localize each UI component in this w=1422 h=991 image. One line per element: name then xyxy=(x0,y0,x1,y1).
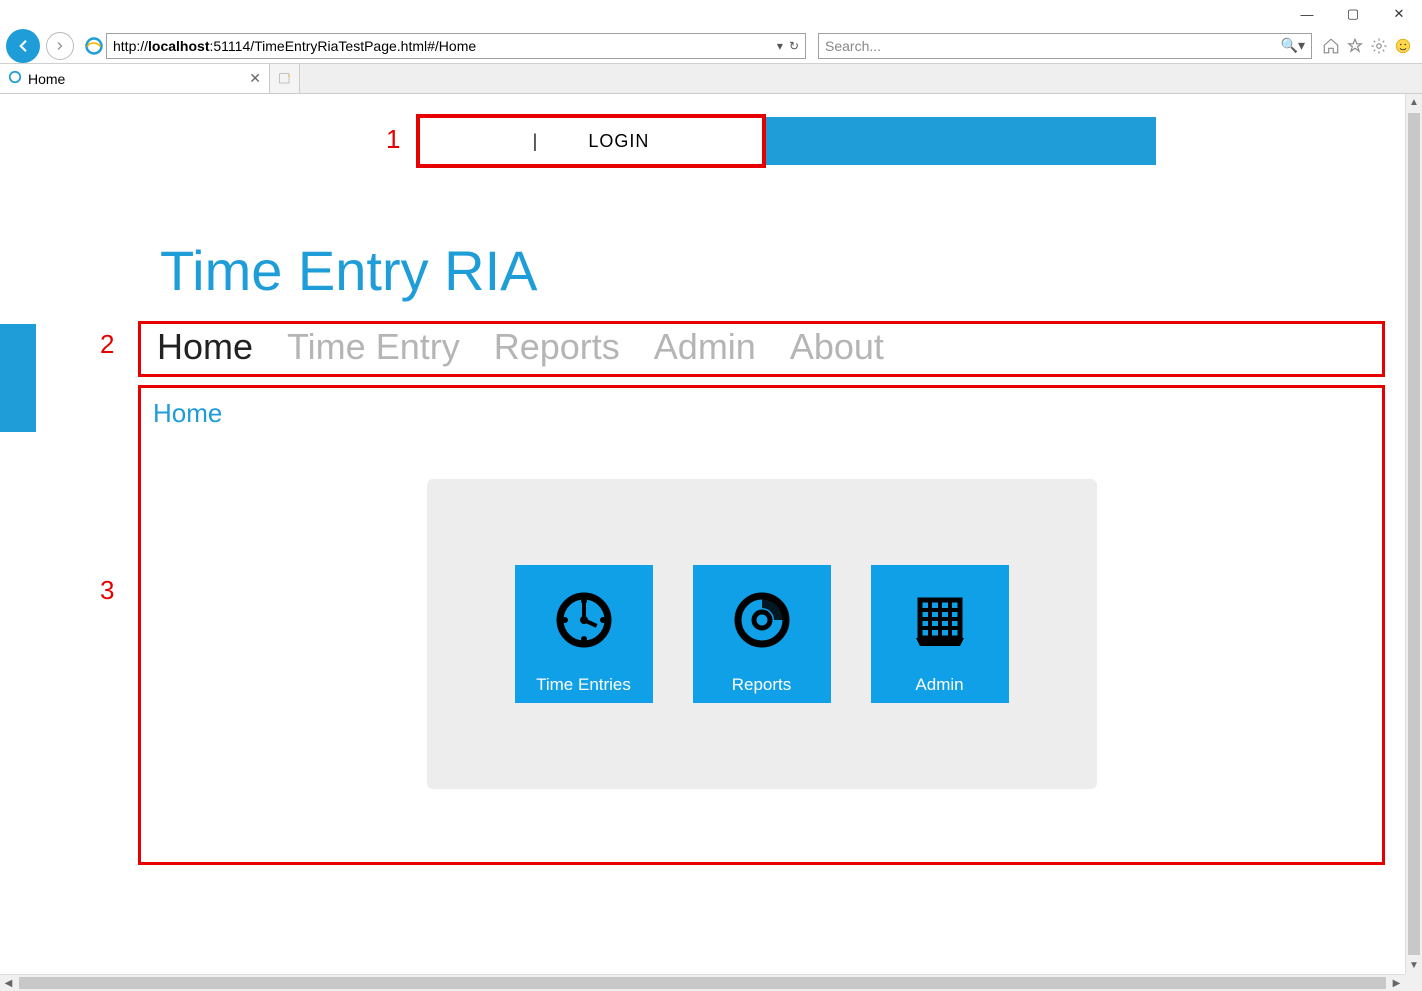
tile-label: Reports xyxy=(732,675,792,695)
disc-icon xyxy=(730,565,794,675)
nav-admin[interactable]: Admin xyxy=(654,326,756,368)
tile-reports[interactable]: Reports xyxy=(693,565,831,703)
tab-strip: Home ✕ xyxy=(0,64,1422,94)
content-region: 3 Home Time Entries Reports xyxy=(138,385,1385,865)
browser-right-icons xyxy=(1312,37,1422,55)
login-bar-region: 1 | LOGIN xyxy=(416,114,1385,168)
tile-panel: Time Entries Reports xyxy=(427,479,1097,789)
settings-icon[interactable] xyxy=(1370,37,1388,55)
window-controls: — ▢ ✕ xyxy=(1284,0,1422,28)
url-text: http://localhost:51114/TimeEntryRiaTestP… xyxy=(113,38,777,54)
main-nav: Home Time Entry Reports Admin About xyxy=(138,321,1385,377)
home-icon[interactable] xyxy=(1322,37,1340,55)
scroll-thumb-vertical[interactable] xyxy=(1408,113,1420,955)
ie-tab-icon xyxy=(8,70,22,87)
page-content: 1 | LOGIN Time Entry RIA 2 Home Time Ent… xyxy=(0,94,1405,974)
smiley-icon[interactable] xyxy=(1394,37,1412,55)
forward-button[interactable] xyxy=(46,32,74,60)
ie-logo-icon xyxy=(84,36,104,56)
main-nav-region: 2 Home Time Entry Reports Admin About xyxy=(138,321,1385,377)
favorites-icon[interactable] xyxy=(1346,37,1364,55)
nav-reports[interactable]: Reports xyxy=(494,326,620,368)
tile-admin[interactable]: Admin xyxy=(871,565,1009,703)
page-viewport: 1 | LOGIN Time Entry RIA 2 Home Time Ent… xyxy=(0,94,1405,974)
dropdown-icon[interactable]: ▾ xyxy=(777,39,783,53)
tile-time-entries[interactable]: Time Entries xyxy=(515,565,653,703)
nav-time-entry[interactable]: Time Entry xyxy=(287,326,460,368)
horizontal-scrollbar[interactable]: ◀ ▶ xyxy=(0,974,1405,991)
scroll-thumb-horizontal[interactable] xyxy=(19,977,1386,989)
new-tab-icon xyxy=(277,71,293,87)
tab-title: Home xyxy=(28,71,65,87)
scroll-corner xyxy=(1405,974,1422,991)
address-bar[interactable]: http://localhost:51114/TimeEntryRiaTestP… xyxy=(106,33,806,59)
annotation-2: 2 xyxy=(100,329,114,360)
scroll-down-icon[interactable]: ▼ xyxy=(1406,957,1422,974)
annotation-1: 1 xyxy=(386,124,400,155)
close-window-button[interactable]: ✕ xyxy=(1376,0,1422,28)
login-label: LOGIN xyxy=(588,131,649,152)
arrow-right-icon xyxy=(54,40,66,52)
nav-about[interactable]: About xyxy=(790,326,884,368)
back-button[interactable] xyxy=(6,29,40,63)
search-box[interactable]: Search... 🔍▾ xyxy=(818,33,1312,59)
login-bar[interactable]: | LOGIN xyxy=(416,114,766,168)
scroll-up-icon[interactable]: ▲ xyxy=(1406,94,1422,111)
browser-tab[interactable]: Home ✕ xyxy=(0,64,270,93)
browser-toolbar: http://localhost:51114/TimeEntryRiaTestP… xyxy=(0,28,1422,64)
nav-home[interactable]: Home xyxy=(157,326,253,368)
scroll-right-icon[interactable]: ▶ xyxy=(1388,975,1405,991)
maximize-button[interactable]: ▢ xyxy=(1330,0,1376,28)
app-title: Time Entry RIA xyxy=(160,238,1385,303)
minimize-button[interactable]: — xyxy=(1284,0,1330,28)
search-icon[interactable]: 🔍▾ xyxy=(1281,37,1305,54)
vertical-scrollbar[interactable]: ▲ ▼ xyxy=(1405,94,1422,974)
refresh-icon[interactable]: ↻ xyxy=(789,39,799,53)
search-placeholder: Search... xyxy=(825,38,1281,54)
accent-side-bar xyxy=(0,324,36,432)
clock-icon xyxy=(552,565,616,675)
section-title: Home xyxy=(153,398,1370,429)
calendar-icon xyxy=(908,565,972,675)
arrow-left-icon xyxy=(14,37,32,55)
header-accent-bar xyxy=(766,117,1156,165)
login-separator: | xyxy=(533,131,539,152)
new-tab-button[interactable] xyxy=(270,64,300,93)
tile-label: Time Entries xyxy=(536,675,631,695)
annotation-3: 3 xyxy=(100,575,114,606)
content-box: Home Time Entries Reports xyxy=(138,385,1385,865)
scroll-left-icon[interactable]: ◀ xyxy=(0,975,17,991)
tab-close-icon[interactable]: ✕ xyxy=(249,70,261,87)
tile-label: Admin xyxy=(915,675,963,695)
